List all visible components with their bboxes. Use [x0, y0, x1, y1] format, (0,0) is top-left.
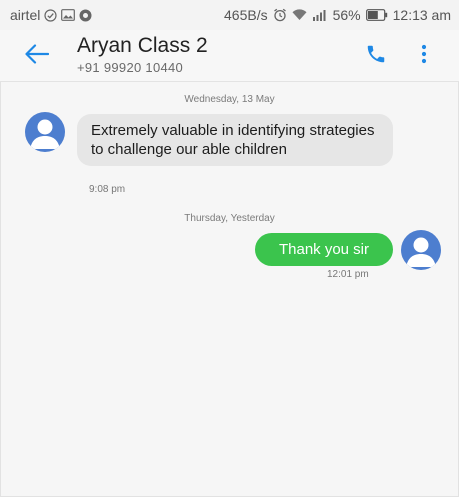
- status-bar: airtel 465B/s 56% 12:13 am: [0, 0, 459, 30]
- image-icon: [61, 9, 76, 21]
- call-button[interactable]: [362, 42, 390, 70]
- contact-number: +91 99920 10440: [77, 60, 184, 75]
- date-separator: Thursday, Yesterday: [184, 213, 275, 224]
- person-icon: [30, 119, 60, 149]
- contact-avatar[interactable]: [25, 112, 65, 152]
- clock: 12:13 am: [392, 7, 451, 23]
- conversation-header: Aryan Class 2 +91 99920 10440: [0, 30, 459, 82]
- incoming-message-time: 9:08 pm: [89, 184, 126, 195]
- incoming-message-bubble[interactable]: Extremely valuable in identifying strate…: [77, 114, 393, 166]
- app-icon: [79, 9, 92, 22]
- wifi-icon: [292, 9, 307, 21]
- alarm-icon: [273, 8, 287, 22]
- person-icon: [406, 237, 436, 267]
- back-arrow-icon: [25, 43, 50, 69]
- battery-icon: [365, 9, 388, 21]
- status-bar-right: 465B/s 56% 12:13 am: [224, 7, 451, 23]
- back-button[interactable]: [22, 41, 52, 71]
- status-bar-left: airtel: [10, 7, 92, 23]
- more-options-button[interactable]: [414, 42, 434, 70]
- my-avatar[interactable]: [401, 230, 441, 270]
- network-speed: 465B/s: [224, 7, 268, 23]
- incoming-message-text: Extremely valuable in identifying strate…: [91, 122, 375, 158]
- outgoing-message-time: 12:01 pm: [327, 269, 369, 280]
- outgoing-message-text: Thank you sir: [278, 241, 370, 258]
- battery-percent: 56%: [332, 7, 361, 23]
- phone-icon: [365, 43, 387, 70]
- date-separator: Wednesday, 13 May: [184, 94, 275, 105]
- more-vert-icon: [421, 44, 427, 69]
- contact-name: Aryan Class 2: [77, 34, 208, 57]
- outgoing-message-bubble[interactable]: Thank you sir: [255, 233, 393, 266]
- signal-icon: [312, 9, 328, 21]
- check-circle-icon: [44, 8, 57, 22]
- carrier-label: airtel: [10, 7, 41, 23]
